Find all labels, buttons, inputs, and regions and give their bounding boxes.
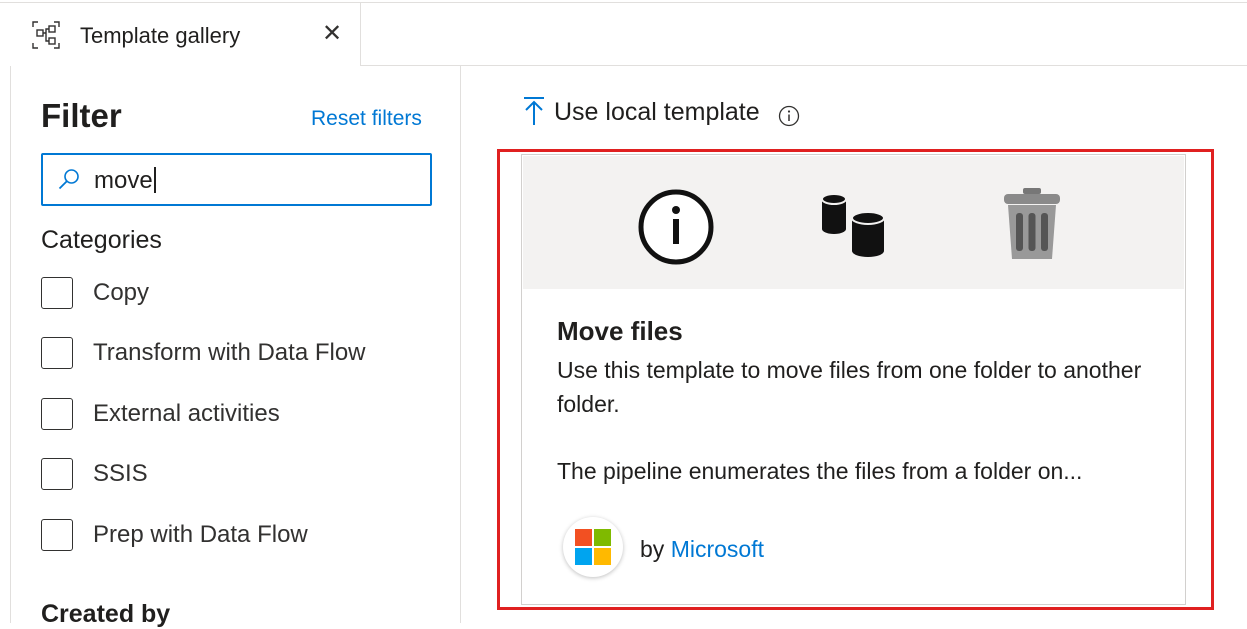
- trash-icon: [1004, 188, 1060, 259]
- tab-title: Template gallery: [80, 23, 241, 48]
- left-border: [10, 3, 11, 623]
- use-local-template-button[interactable]: Use local template: [554, 97, 760, 127]
- microsoft-logo-icon: [575, 529, 611, 565]
- category-label: Prep with Data Flow: [93, 521, 308, 548]
- panel-divider: [460, 66, 461, 623]
- database-icon: [821, 193, 885, 257]
- category-label: Transform with Data Flow: [93, 339, 366, 366]
- info-activity-icon: [638, 189, 714, 265]
- checkbox[interactable]: [41, 458, 73, 490]
- search-value: move: [94, 167, 156, 195]
- checkbox[interactable]: [41, 519, 73, 551]
- publisher-line: by Microsoft: [640, 534, 764, 564]
- checkbox[interactable]: [41, 337, 73, 369]
- checkbox[interactable]: [41, 398, 73, 430]
- search-input[interactable]: move: [41, 153, 432, 206]
- search-icon: [58, 169, 79, 190]
- by-prefix: by: [640, 536, 665, 562]
- upload-icon[interactable]: [521, 96, 547, 126]
- template-card-move-files[interactable]: Move files Use this template to move fil…: [521, 154, 1186, 605]
- publisher-avatar: [563, 517, 623, 577]
- category-label: Copy: [93, 279, 150, 306]
- categories-title: Categories: [41, 226, 162, 254]
- info-icon[interactable]: [778, 105, 800, 127]
- filter-title: Filter: [41, 97, 122, 134]
- tabbar-divider: [360, 65, 1247, 66]
- card-description: Use this template to move files from one…: [557, 357, 1142, 417]
- publisher-link[interactable]: Microsoft: [671, 536, 764, 562]
- checkbox[interactable]: [41, 277, 73, 309]
- reset-filters-link[interactable]: Reset filters: [311, 106, 422, 132]
- category-label: External activities: [93, 400, 280, 427]
- created-by-title: Created by: [41, 600, 171, 628]
- close-icon[interactable]: ✕: [318, 20, 346, 48]
- card-description-detail: The pipeline enumerates the files from a…: [557, 458, 1083, 484]
- category-label: SSIS: [93, 460, 148, 487]
- card-title: Move files: [557, 316, 683, 346]
- pipeline-template-icon: [32, 21, 60, 49]
- card-header: [523, 156, 1184, 289]
